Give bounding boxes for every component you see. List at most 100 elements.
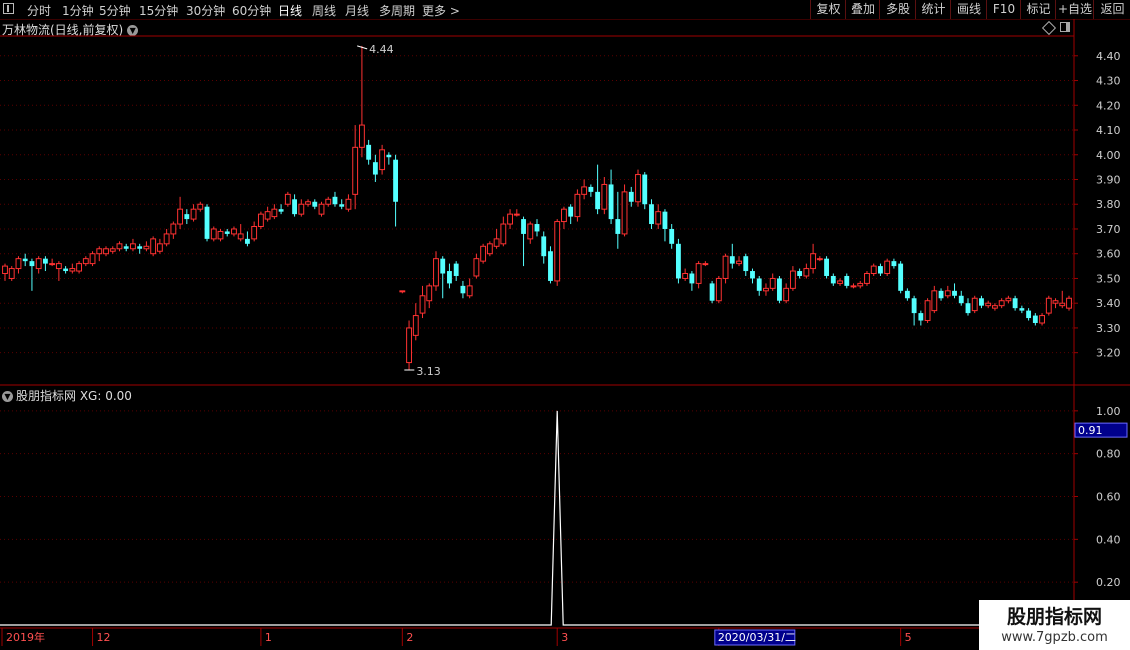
crosshair-value-label: 0.91 — [1078, 424, 1103, 437]
candle-down — [372, 162, 378, 175]
date-label: 3 — [561, 631, 568, 644]
candle-up — [325, 198, 332, 205]
candle-down — [743, 256, 749, 272]
candle-up — [998, 300, 1005, 307]
candle-down — [689, 273, 695, 284]
candle-up — [210, 228, 217, 240]
candle-up — [305, 201, 311, 205]
candle-up — [1052, 300, 1059, 304]
candle-up — [527, 223, 534, 240]
candle-down — [675, 243, 681, 279]
candle-up — [884, 260, 891, 275]
candle-up — [49, 263, 56, 266]
candle-up — [789, 270, 796, 289]
indicator-tick-label: 0.20 — [1096, 576, 1121, 589]
price-tick-label: 4.40 — [1096, 50, 1121, 63]
candle-down — [904, 290, 910, 299]
candle-up — [379, 149, 386, 171]
annotation-label: 4.44 — [369, 43, 394, 56]
stock-chart[interactable]: 4.40 4.30 4.20 4.10 4.00 3.90 3.80 3.70 3.60 3.50… — [0, 0, 1130, 650]
candle-up — [271, 208, 278, 218]
candle-down — [958, 295, 964, 304]
candle-up — [810, 253, 817, 270]
candle-down — [649, 204, 654, 225]
candle-down — [386, 154, 392, 158]
price-tick-label: 4.00 — [1096, 149, 1121, 162]
candle-down — [756, 278, 762, 291]
candle-down — [628, 191, 634, 202]
candle-down — [184, 214, 190, 220]
candle-up — [816, 258, 823, 261]
candle-down — [332, 196, 338, 205]
candle-up — [150, 238, 157, 255]
candle-up — [345, 198, 352, 210]
watermark-name: 股朋指标网 — [1006, 606, 1102, 628]
candle-up — [931, 290, 938, 312]
candle-up — [177, 208, 184, 225]
price-tick-label: 3.60 — [1096, 248, 1121, 261]
candle-up — [419, 295, 426, 314]
indicator-tick-label: 0.60 — [1096, 491, 1121, 504]
candle-up — [55, 263, 62, 270]
candle-down — [1019, 308, 1025, 311]
candle-down — [224, 231, 230, 234]
date-label: 12 — [97, 631, 111, 644]
candle-up — [635, 174, 641, 203]
candle-down — [312, 201, 318, 207]
candle-up — [702, 263, 709, 266]
candle-up — [682, 273, 689, 279]
price-tick-label: 3.70 — [1096, 223, 1121, 236]
candle-down — [393, 159, 399, 202]
candle-up — [857, 282, 864, 287]
candle-up — [217, 230, 224, 240]
candle-down — [534, 224, 540, 232]
candle-down — [541, 236, 547, 257]
candle-down — [1026, 310, 1032, 319]
candle-up — [1005, 297, 1012, 302]
candle-up — [251, 226, 258, 240]
candle-down — [568, 206, 574, 217]
candle-up — [493, 238, 500, 247]
candle-up — [769, 277, 776, 289]
candle-up — [170, 223, 177, 235]
candle-down — [777, 278, 782, 301]
price-tick-label: 3.50 — [1096, 272, 1121, 285]
candle-up — [399, 290, 406, 293]
candle-up — [1066, 297, 1072, 309]
candle-down — [709, 283, 715, 301]
candle-up — [318, 203, 325, 215]
candle-down — [42, 258, 48, 264]
candle-up — [190, 208, 197, 220]
indicator-line — [0, 410, 1072, 626]
price-tick-label: 3.80 — [1096, 198, 1121, 211]
candle-up — [783, 287, 790, 302]
candle-down — [830, 275, 836, 284]
candle-up — [352, 146, 359, 195]
candle-down — [1032, 315, 1038, 323]
date-label: 2019年 — [6, 630, 45, 644]
candle-up — [1039, 315, 1045, 324]
candle-down — [595, 191, 601, 210]
candle-down — [137, 246, 143, 249]
candle-up — [69, 268, 76, 272]
candle-up — [426, 285, 433, 302]
candle-down — [440, 258, 446, 274]
candle-down — [965, 303, 971, 314]
candle-up — [163, 233, 170, 245]
crosshair-date-label: 2020/03/31/二 — [718, 631, 796, 644]
candle-down — [979, 298, 984, 306]
candle-down — [278, 209, 284, 212]
candle-down — [642, 174, 648, 205]
price-tick-label: 3.90 — [1096, 173, 1121, 186]
candle-down — [292, 199, 297, 215]
candle-up — [103, 248, 109, 255]
candle-down — [245, 238, 250, 244]
candle-down — [453, 263, 459, 276]
candle-down — [891, 261, 897, 267]
candle-down — [750, 271, 755, 279]
candle-up — [466, 285, 473, 297]
candle-down — [63, 268, 69, 272]
candle-up — [944, 290, 951, 297]
candle-up — [473, 258, 480, 277]
candle-down — [615, 219, 621, 234]
